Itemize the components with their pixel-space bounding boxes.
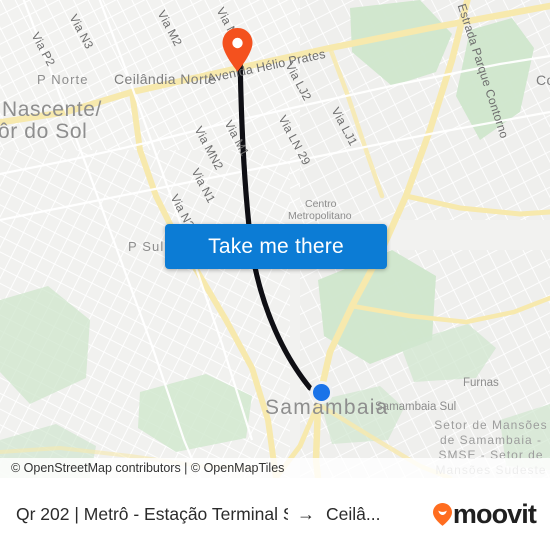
trip-destination-label: Ceilâ... [326, 503, 381, 524]
moovit-pin-smile-icon [432, 502, 452, 526]
trip-origin-label: Qr 202 | Metrô - Estação Terminal Samam.… [16, 503, 288, 524]
moovit-logo[interactable]: moovit [432, 498, 537, 530]
arrow-right-icon: → [297, 504, 315, 524]
moovit-trip-preview: Via P2 Via N3 Via M2 Via M1 P Norte Ceil… [0, 0, 550, 550]
circle-dot-icon [310, 381, 333, 404]
moovit-wordmark: moovit [452, 498, 537, 529]
take-me-there-button[interactable]: Take me there [165, 224, 387, 269]
map-viewport[interactable]: Via P2 Via N3 Via M2 Via M1 P Norte Ceil… [0, 0, 550, 478]
trip-footer: Qr 202 | Metrô - Estação Terminal Samam.… [0, 478, 550, 550]
attribution-text[interactable]: © OpenStreetMap contributors | © OpenMap… [11, 461, 284, 475]
map-attribution: © OpenStreetMap contributors | © OpenMap… [0, 458, 550, 478]
